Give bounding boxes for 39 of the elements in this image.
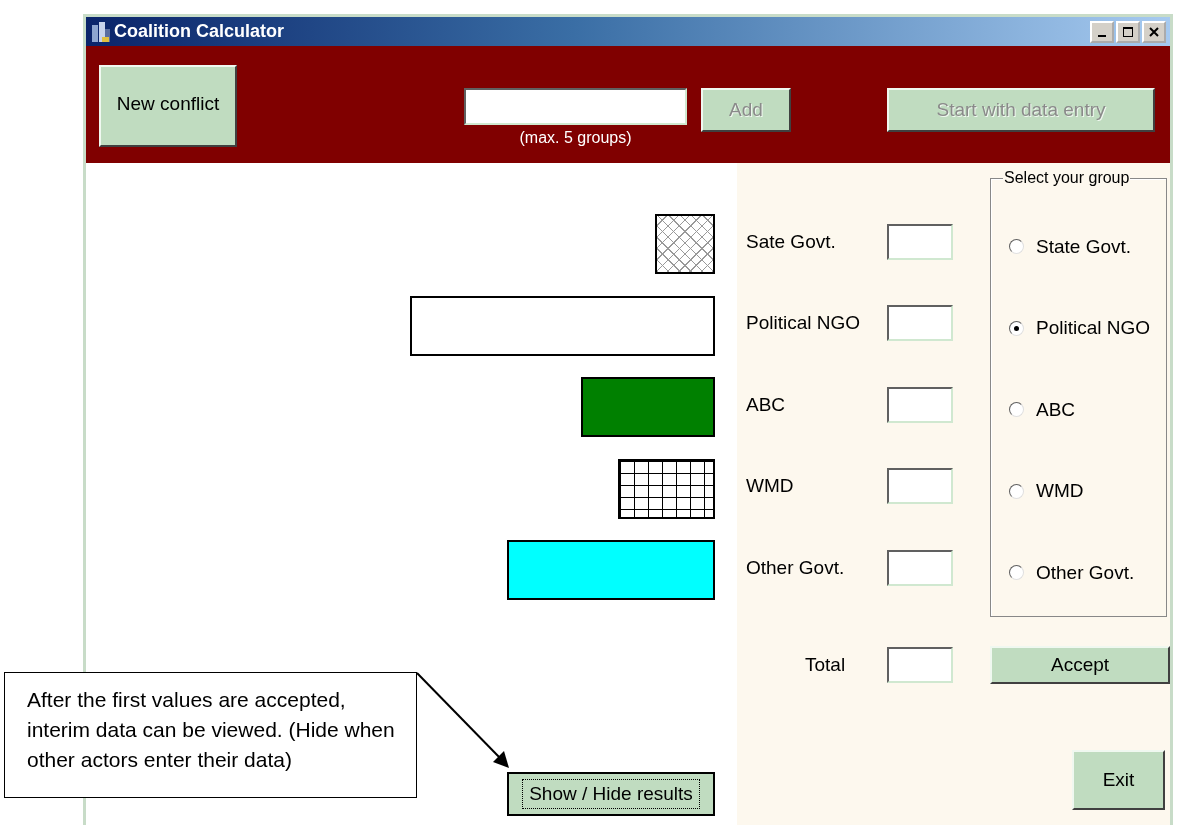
radio-label[interactable]: Political NGO [1036, 317, 1151, 340]
accept-button[interactable]: Accept [990, 646, 1170, 684]
minimize-icon [1098, 34, 1106, 37]
radio-label[interactable]: Other Govt. [1036, 561, 1135, 584]
total-label: Total [805, 654, 847, 676]
buildings-icon [90, 20, 112, 43]
maximize-icon [1123, 26, 1133, 37]
value-field[interactable] [887, 305, 953, 342]
group-label: Political NGO [746, 312, 862, 335]
radio-label[interactable]: WMD [1036, 480, 1084, 503]
result-bar [655, 214, 715, 274]
value-field[interactable] [887, 549, 953, 586]
window-title: Coalition Calculator [114, 21, 284, 42]
value-field[interactable] [887, 468, 953, 505]
minimize-button[interactable] [1090, 20, 1114, 43]
callout-text: After the first values are accepted, interim data can be viewed. (Hide when other actors enter their data) [27, 687, 396, 773]
group-box-title: Select your group [1003, 169, 1131, 187]
value-field[interactable] [887, 223, 953, 260]
value-field[interactable] [887, 386, 953, 423]
radio-label[interactable]: ABC [1036, 398, 1076, 421]
radio-button[interactable] [1009, 483, 1024, 499]
radio-button[interactable] [1009, 402, 1024, 418]
show-hide-results-button[interactable]: Show / Hide results [507, 772, 715, 816]
group-label: ABC [746, 393, 787, 416]
group-label: Other Govt. [746, 556, 846, 579]
new-conflict-button[interactable]: New conflict [99, 65, 237, 147]
close-icon [1149, 26, 1159, 37]
radio-button[interactable] [1009, 239, 1024, 255]
radio-button[interactable] [1009, 320, 1024, 336]
group-name-field[interactable] [464, 88, 687, 125]
radio-label[interactable]: State Govt. [1036, 235, 1132, 258]
maximize-button[interactable] [1116, 20, 1140, 43]
close-button[interactable] [1142, 20, 1166, 43]
exit-button[interactable]: Exit [1072, 750, 1165, 810]
group-label: WMD [746, 475, 795, 498]
group-limit-hint: (max. 5 groups) [519, 129, 632, 147]
total-field[interactable] [887, 647, 953, 683]
radio-button[interactable] [1009, 565, 1024, 581]
group-label: Sate Govt. [746, 230, 837, 253]
